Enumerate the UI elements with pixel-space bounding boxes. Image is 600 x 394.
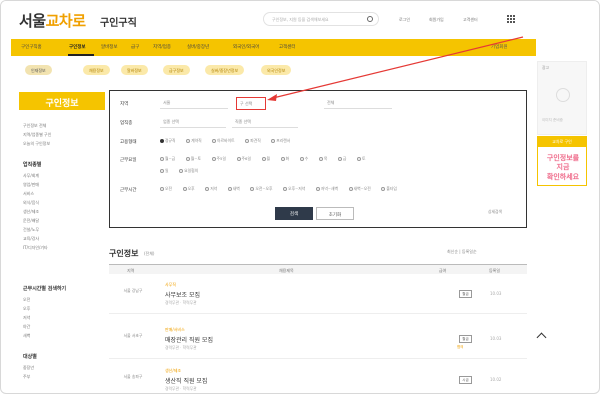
annotation-arrow-line: [272, 36, 524, 99]
annotation-arrow: [267, 36, 524, 101]
annotation-arrow-head: [267, 94, 277, 101]
browser-frame: 서울교차로 구인구직 구인정보, 지원 등을 검색해보세요 로그인 회원가입 고…: [0, 0, 600, 394]
